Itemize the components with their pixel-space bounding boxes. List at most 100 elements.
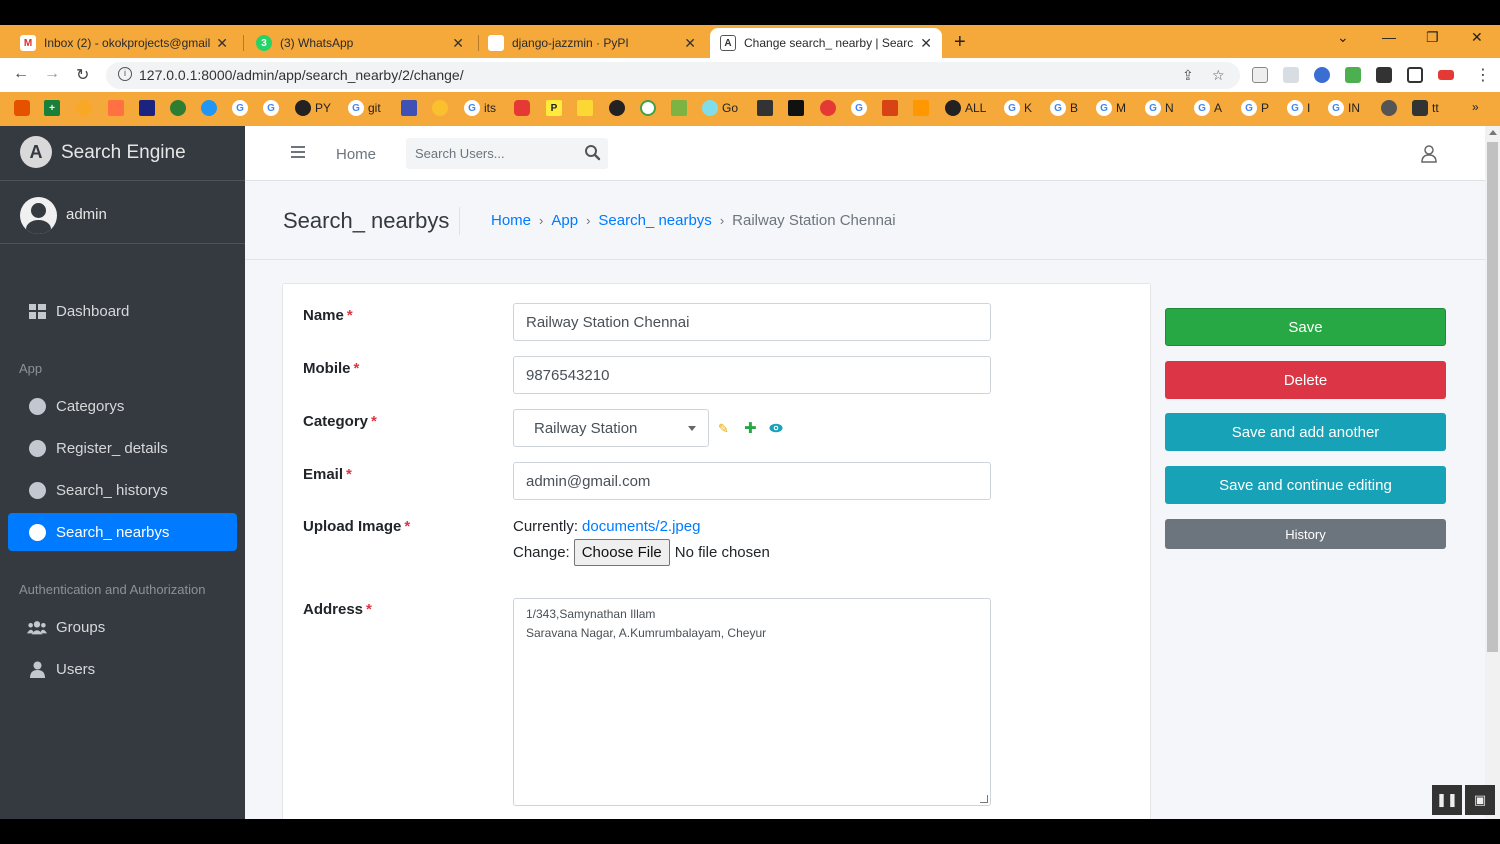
bookmark-m[interactable]: GM [1096, 100, 1126, 116]
close-icon[interactable]: ✕ [684, 35, 696, 52]
close-icon[interactable]: ✕ [452, 35, 464, 52]
telegram-icon[interactable] [201, 100, 221, 116]
page-scrollbar[interactable] [1485, 126, 1500, 819]
hamburger-menu-icon[interactable] [291, 146, 305, 161]
close-icon[interactable]: ✕ [216, 35, 228, 52]
bookmark-go[interactable]: Go [702, 100, 738, 116]
view-eye-icon[interactable] [769, 421, 783, 436]
bookmark-py[interactable]: PY [295, 100, 331, 116]
extension-image-icon[interactable] [1283, 67, 1299, 83]
sidebar-item-search-historys[interactable]: Search_ historys [8, 471, 237, 509]
bookmark-i[interactable]: GI [1287, 100, 1310, 116]
bookmark-its[interactable]: Gits [464, 100, 496, 116]
tab-active-admin[interactable]: A Change search_ nearby | Search E ✕ [710, 28, 942, 58]
name-input[interactable]: Railway Station Chennai [513, 303, 991, 341]
bookmark-icon[interactable] [882, 100, 902, 116]
restore-icon[interactable]: ❐ [1426, 29, 1439, 46]
sidebar-item-groups[interactable]: Groups [8, 608, 237, 646]
history-button[interactable]: History [1165, 519, 1446, 549]
extension-blue-icon[interactable] [1314, 67, 1330, 83]
extension-panda-icon[interactable] [1252, 67, 1268, 83]
sidebar-item-users[interactable]: Users [8, 650, 237, 688]
youtube-icon[interactable] [514, 100, 534, 116]
email-input[interactable]: admin@gmail.com [513, 462, 991, 500]
nav-home-link[interactable]: Home [336, 146, 376, 163]
window-close-icon[interactable]: ✕ [1471, 29, 1483, 46]
more-bookmarks-icon[interactable]: » [1472, 100, 1479, 114]
new-tab-icon[interactable]: + [954, 31, 966, 54]
bookmark-icon[interactable]: + [44, 100, 64, 116]
sidebar-item-register-details[interactable]: Register_ details [8, 429, 237, 467]
info-icon[interactable]: i [118, 67, 132, 81]
bookmark-icon[interactable] [757, 100, 777, 116]
sidebar-item-dashboard[interactable]: Dashboard [8, 292, 237, 330]
google-icon[interactable]: G [232, 100, 252, 116]
extensions-puzzle-icon[interactable] [1376, 67, 1392, 83]
bookmark-icon[interactable] [577, 100, 597, 116]
bookmark-p[interactable]: GP [1241, 100, 1269, 116]
user-panel[interactable]: admin [0, 182, 245, 244]
close-icon[interactable]: ✕ [920, 35, 932, 52]
resize-grip-icon[interactable] [980, 795, 988, 803]
tab-pypi[interactable]: django-jazzmin · PyPI ✕ [478, 28, 706, 58]
add-plus-icon[interactable]: ✚ [744, 419, 757, 437]
tab-gmail[interactable]: M Inbox (2) - okokprojects@gmail.c ✕ [10, 28, 238, 58]
bookmark-b[interactable]: GB [1050, 100, 1078, 116]
picture-in-picture-icon[interactable]: ▣ [1465, 785, 1495, 815]
bookmark-n[interactable]: GN [1145, 100, 1174, 116]
forward-icon[interactable]: → [44, 65, 60, 83]
mobile-input[interactable]: 9876543210 [513, 356, 991, 394]
menu-kebab-icon[interactable]: ⋮ [1475, 65, 1491, 85]
save-continue-button[interactable]: Save and continue editing [1165, 466, 1446, 504]
choose-file-button[interactable]: Choose File [573, 539, 670, 566]
sidebar-item-categorys[interactable]: Categorys [8, 387, 237, 425]
search-input[interactable] [406, 138, 576, 169]
google-icon[interactable]: G [851, 100, 871, 116]
bookmark-icon[interactable] [170, 100, 190, 116]
sidebar-item-search-nearbys[interactable]: Search_ nearbys [8, 513, 237, 551]
google-icon[interactable]: G [263, 100, 283, 116]
bookmark-a[interactable]: GA [1194, 100, 1222, 116]
bookmark-tt[interactable]: tt [1412, 100, 1439, 116]
bookmark-icon[interactable] [76, 100, 96, 116]
extension-red-icon[interactable] [1438, 70, 1454, 80]
share-icon[interactable]: ⇪ [1182, 67, 1194, 84]
breadcrumb-model[interactable]: Search_ nearbys [598, 212, 711, 229]
save-button[interactable]: Save [1165, 308, 1446, 346]
address-textarea[interactable]: 1/343,Samynathan Illam Saravana Nagar, A… [513, 598, 991, 806]
brand-link[interactable]: A Search Engine [0, 126, 245, 181]
bookmark-icon[interactable] [820, 100, 840, 116]
extension-chart-icon[interactable] [1345, 67, 1361, 83]
bookmark-icon[interactable] [1381, 100, 1401, 116]
bookmark-icon[interactable] [609, 100, 629, 116]
pause-icon[interactable]: ❚❚ [1432, 785, 1462, 815]
chevron-down-icon[interactable]: ⌄ [1337, 29, 1349, 46]
sidepanel-icon[interactable] [1407, 67, 1423, 83]
minimize-icon[interactable]: — [1382, 29, 1396, 45]
bookmark-icon[interactable]: P [546, 100, 566, 116]
bookmark-all[interactable]: ALL [945, 100, 986, 116]
bookmark-icon[interactable] [139, 100, 159, 116]
star-icon[interactable]: ☆ [1212, 67, 1225, 84]
bookmark-icon[interactable] [401, 100, 421, 116]
bookmark-icon[interactable] [788, 100, 808, 116]
search-icon[interactable] [584, 144, 602, 162]
bookmark-git[interactable]: Ggit [348, 100, 381, 116]
breadcrumb-app[interactable]: App [551, 212, 578, 229]
user-menu-icon[interactable] [1421, 145, 1437, 163]
category-select[interactable]: Railway Station [513, 409, 709, 447]
bookmark-icon[interactable] [913, 100, 933, 116]
breadcrumb-home[interactable]: Home [491, 212, 531, 229]
delete-button[interactable]: Delete [1165, 361, 1446, 399]
save-add-another-button[interactable]: Save and add another [1165, 413, 1446, 451]
bookmark-icon[interactable] [671, 100, 691, 116]
bookmark-icon[interactable] [432, 100, 452, 116]
current-image-link[interactable]: documents/2.jpeg [582, 518, 700, 535]
reload-icon[interactable]: ↻ [76, 65, 89, 85]
bookmark-icon[interactable] [640, 100, 660, 116]
scroll-up-icon[interactable] [1489, 130, 1497, 135]
edit-pencil-icon[interactable]: ✎ [718, 421, 729, 437]
bookmark-k[interactable]: GK [1004, 100, 1032, 116]
bookmark-icon[interactable] [14, 100, 34, 116]
bookmark-in[interactable]: G IN [1328, 100, 1360, 116]
